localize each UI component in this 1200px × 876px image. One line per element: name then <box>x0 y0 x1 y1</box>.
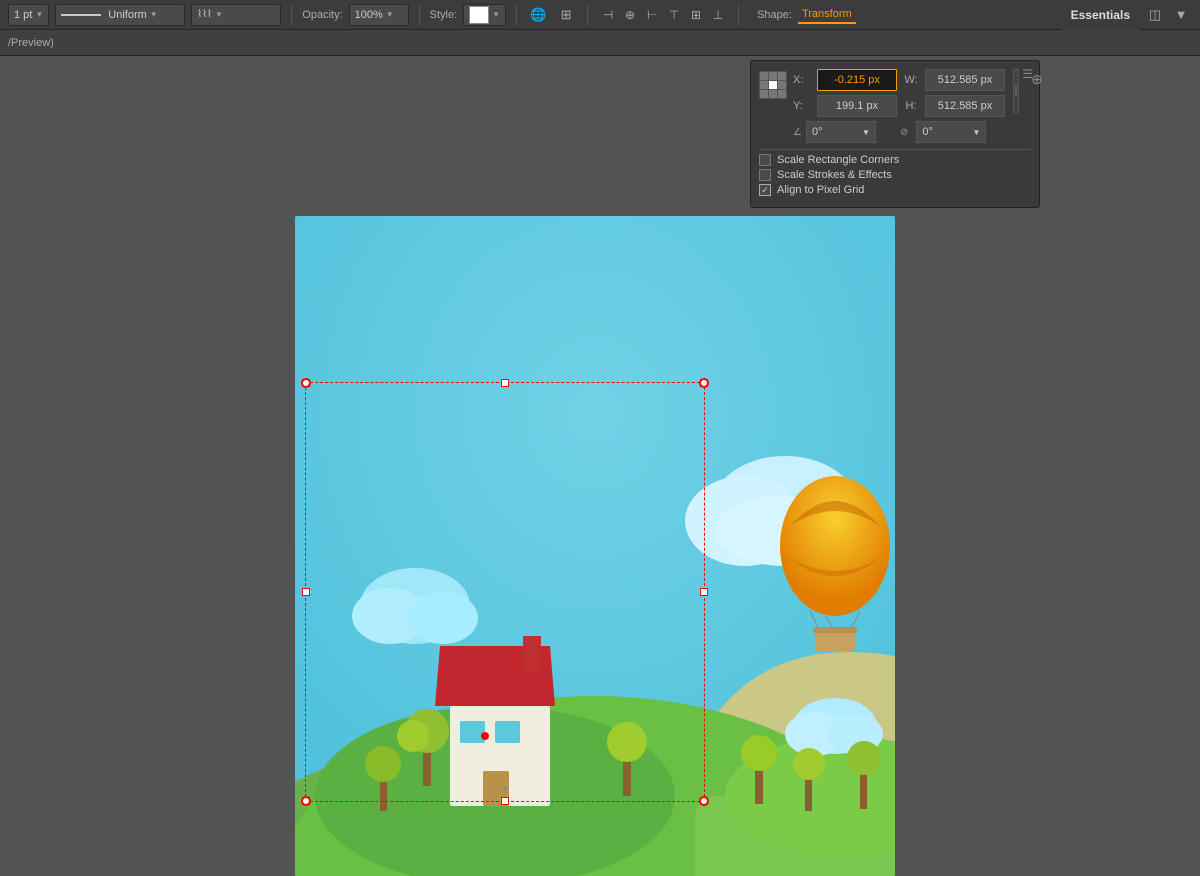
stroke-line-preview <box>61 14 101 16</box>
grid-cell-6 <box>778 81 786 89</box>
stroke-size-value: 1 pt <box>14 9 32 21</box>
scale-strokes-label: Scale Strokes & Effects <box>777 169 892 181</box>
panel-menu-icon[interactable]: ☰ <box>1022 67 1033 81</box>
align-center-v-btn[interactable]: ⊞ <box>686 5 706 25</box>
artwork: designed by 🌿 freepik.com <box>295 216 895 876</box>
width-profile-arrow: ▼ <box>215 10 223 19</box>
scale-rect-corners-label: Scale Rectangle Corners <box>777 154 899 166</box>
second-bar: /Preview) <box>0 30 1200 56</box>
globe-icon-btn[interactable]: 🌐 <box>527 4 549 26</box>
x-label: X: <box>793 74 813 86</box>
grid-cell-5 <box>769 81 777 89</box>
grid-cell-1 <box>760 72 768 80</box>
shear-value: 0° <box>922 126 933 138</box>
align-center-h-btn[interactable]: ⊕ <box>620 5 640 25</box>
transform-panel: ☰ X: W: <box>750 60 1040 208</box>
style-label: Style: <box>430 9 458 21</box>
scale-strokes-checkbox[interactable] <box>759 169 771 181</box>
align-pixel-label: Align to Pixel Grid <box>777 184 864 196</box>
scale-rect-corners-checkbox[interactable] <box>759 154 771 166</box>
essentials-label: Essentials <box>1061 0 1140 30</box>
align-bottom-btn[interactable]: ⊥ <box>708 5 728 25</box>
opacity-control[interactable]: 100% ▼ <box>349 4 409 26</box>
style-swatch <box>469 6 489 24</box>
stroke-style-control[interactable]: Uniform ▼ <box>55 4 185 26</box>
w-label: W: <box>901 74 921 86</box>
shear-symbol: ⊘ <box>900 127 908 138</box>
grid-cell-4 <box>760 81 768 89</box>
h-label: H: <box>901 100 921 112</box>
style-swatch-control[interactable]: ▼ <box>463 4 506 26</box>
align-pixel-row: ✓ Align to Pixel Grid <box>759 184 1031 196</box>
transform-tab[interactable]: Transform <box>798 6 856 24</box>
grid-cell-2 <box>769 72 777 80</box>
top-toolbar: 1 pt ▼ Uniform ▼ ⌇⌇⌇ ▼ Opacity: 100% ▼ S… <box>0 0 1200 30</box>
x-input[interactable] <box>817 69 897 91</box>
angle-shear-row: ∠ 0° ▼ ⊘ 0° ▼ <box>793 121 1031 143</box>
preview-label: /Preview) <box>8 37 54 49</box>
y-label: Y: <box>793 100 813 112</box>
shear-input-container[interactable]: 0° ▼ <box>916 121 986 143</box>
stroke-type-value: Uniform <box>108 9 147 21</box>
align-top-btn[interactable]: ⊤ <box>664 5 684 25</box>
align-left-btn[interactable]: ⊣ <box>598 5 618 25</box>
stroke-type-arrow: ▼ <box>150 10 158 19</box>
width-profile-icon: ⌇⌇⌇ <box>197 9 212 20</box>
stroke-size-arrow: ▼ <box>35 10 43 19</box>
essentials-text: Essentials <box>1071 8 1130 22</box>
shear-dropdown[interactable]: ▼ <box>972 128 980 137</box>
align-pixel-checkbox[interactable]: ✓ <box>759 184 771 196</box>
separator-3 <box>516 5 517 25</box>
w-input[interactable] <box>925 69 1005 91</box>
style-swatch-arrow: ▼ <box>492 10 500 19</box>
align-right-btn[interactable]: ⊢ <box>642 5 662 25</box>
y-input[interactable] <box>817 95 897 117</box>
shape-transform-tabs: Shape: Transform <box>753 6 856 24</box>
shape-tab[interactable]: Shape: <box>753 7 796 23</box>
angle-dropdown[interactable]: ▼ <box>862 128 870 137</box>
separator-4 <box>587 5 588 25</box>
width-profile-control[interactable]: ⌇⌇⌇ ▼ <box>191 4 281 26</box>
grid-cell-7 <box>760 90 768 98</box>
opacity-label: Opacity: <box>302 9 342 21</box>
h-input[interactable] <box>925 95 1005 117</box>
more-icon[interactable]: ▼ <box>1170 4 1192 26</box>
opacity-arrow: ▼ <box>386 10 394 19</box>
grid-cell-8 <box>769 90 777 98</box>
illustration: designed by 🌿 freepik.com <box>295 216 895 876</box>
angle-input-container[interactable]: 0° ▼ <box>806 121 876 143</box>
angle-value: 0° <box>812 126 823 138</box>
separator-2 <box>419 5 420 25</box>
align-group: ⊣ ⊕ ⊢ ⊤ ⊞ ⊥ <box>598 5 728 25</box>
stroke-size-control[interactable]: 1 pt ▼ <box>8 4 49 26</box>
angle-symbol: ∠ <box>793 127 802 138</box>
grid-cell-9 <box>778 90 786 98</box>
isolate-icon[interactable]: ◫ <box>1144 4 1166 26</box>
panel-divider <box>759 149 1031 150</box>
scale-rect-corners-row: Scale Rectangle Corners <box>759 154 1031 166</box>
grid-icon-btn[interactable]: ⊞ <box>555 4 577 26</box>
opacity-value: 100% <box>355 9 383 21</box>
scale-strokes-row: Scale Strokes & Effects <box>759 169 1031 181</box>
constrain-proportions-btn[interactable]: ⁞ <box>1013 69 1019 113</box>
separator-5 <box>738 5 739 25</box>
separator-1 <box>291 5 292 25</box>
reference-point-grid[interactable] <box>759 71 787 99</box>
grid-cell-3 <box>778 72 786 80</box>
